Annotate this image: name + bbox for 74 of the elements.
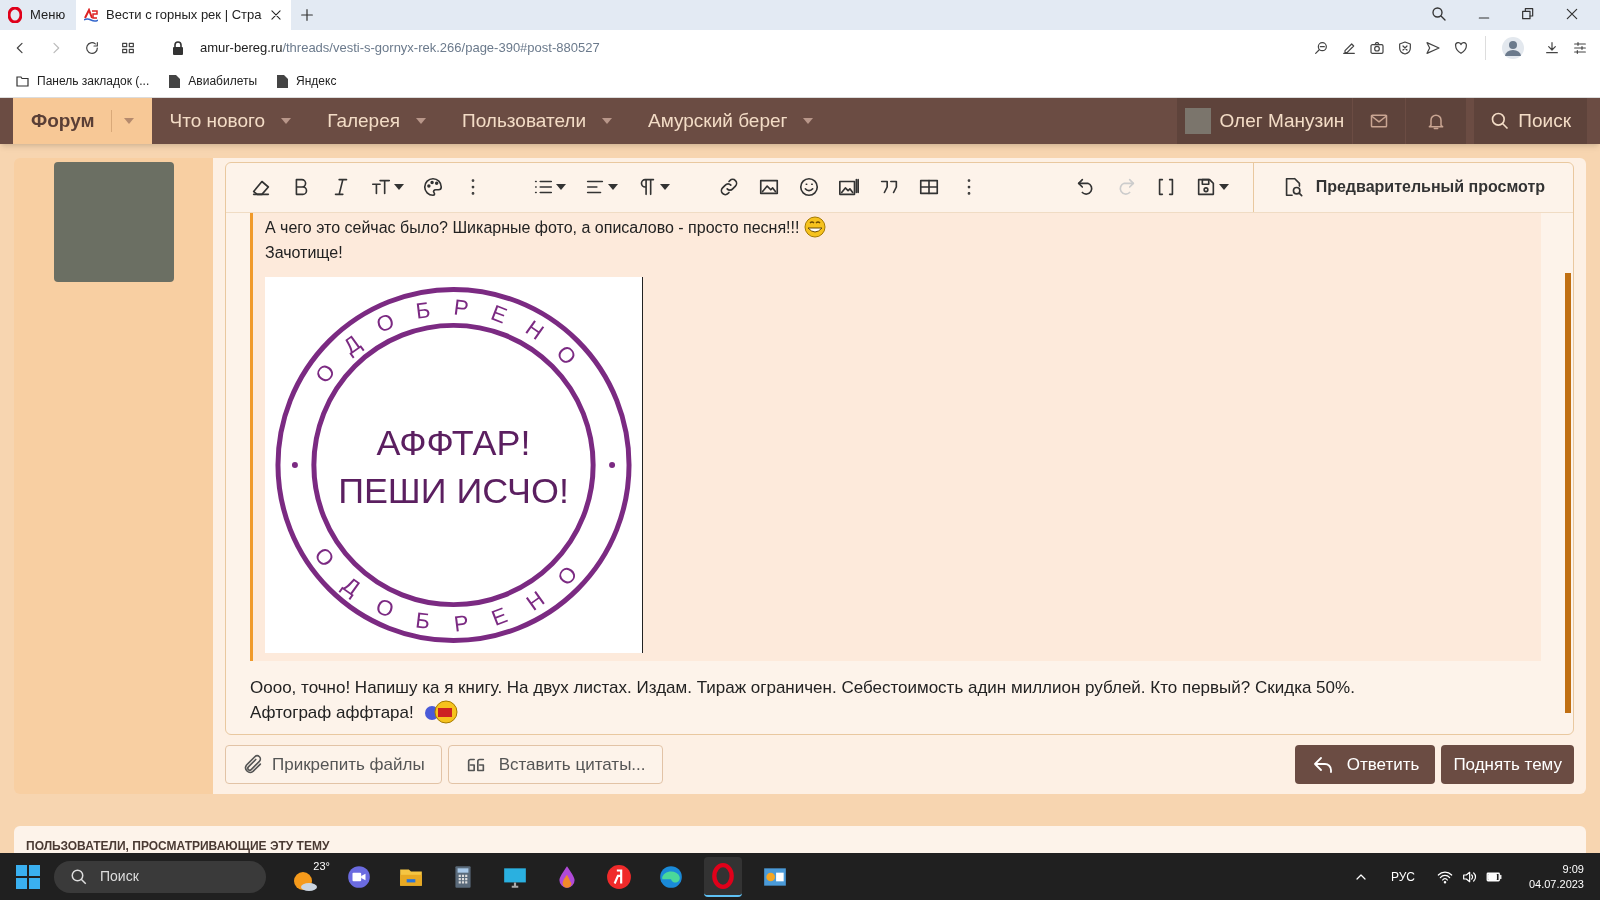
bookmark-link[interactable]: Авиабилеты [188, 72, 258, 91]
heart-icon[interactable] [1453, 39, 1469, 56]
download-icon[interactable] [1544, 39, 1560, 56]
page-icon [277, 74, 289, 88]
avatar-placeholder [1185, 108, 1212, 134]
video-call-icon [346, 863, 372, 890]
caret-icon [281, 118, 292, 124]
preview-button[interactable]: Предварительный просмотр [1252, 162, 1573, 212]
new-tab-icon[interactable] [299, 7, 316, 23]
nav-tab[interactable]: Форум [13, 98, 152, 144]
section-heading: ПОЛЬЗОВАТЕЛИ, ПРОСМАТРИВАЮЩИЕ ЭТУ ТЕМУ [26, 839, 330, 854]
page-icon [169, 74, 181, 88]
language-indicator[interactable]: РУС [1390, 867, 1415, 886]
wave-circle-icon [658, 863, 684, 890]
profile-icon[interactable] [1502, 36, 1524, 59]
shield-icon[interactable] [1397, 39, 1413, 56]
lock-icon [172, 40, 184, 55]
reload-icon[interactable] [84, 39, 100, 56]
address-field[interactable]: amur-bereg.ru/threads/vesti-s-gornyx-rek.266/page-390#post-880527 [200, 37, 600, 58]
caret-icon[interactable] [1218, 184, 1229, 191]
reply-button[interactable]: Ответить [1294, 745, 1436, 785]
ring-logo-icon [710, 862, 736, 889]
clock-time: 9:09 [1562, 861, 1584, 877]
bookmark-link[interactable]: Яндекс [296, 72, 337, 91]
restore-icon[interactable] [1520, 6, 1536, 22]
paperclip-icon[interactable] [242, 753, 264, 776]
nav-tab[interactable]: Галерея [309, 98, 445, 144]
search-icon[interactable] [1430, 5, 1448, 23]
taskbar-app-button[interactable] [704, 856, 742, 897]
start-icon[interactable] [16, 864, 40, 889]
mail-icon[interactable] [1369, 111, 1390, 131]
quote-text: Зачотище! [265, 242, 343, 263]
settings-icon[interactable] [1572, 39, 1588, 56]
quote-text: А чего это сейчас было? Шикарные фото, а описалово - просто песня!!! [265, 217, 800, 238]
nav-tab[interactable]: Амурский берег [630, 98, 832, 144]
temperature-text: 23° [313, 858, 330, 874]
sun-cloud-icon [292, 869, 318, 892]
send-icon[interactable] [1425, 39, 1441, 56]
caret-icon [110, 110, 134, 132]
nav-tab[interactable]: Что нового [151, 98, 310, 144]
folder-icon [16, 75, 29, 87]
message-text: Оооо, точно! Напишу ка я книгу. На двух листах. Издам. Тираж ограничен. Себестоимость адин миллион рублей. Кто первый? Скидка 50%. [250, 676, 1356, 699]
bookmark-link[interactable]: Панель закладок (... [37, 72, 150, 91]
insert-quotes-button[interactable]: Вставить цитаты... [447, 745, 663, 785]
clock-date: 04.07.2023 [1528, 876, 1584, 892]
site-favicon-icon [84, 8, 98, 22]
zoom-out-icon[interactable] [1313, 39, 1329, 56]
caret-icon [416, 118, 427, 124]
nav-tab[interactable]: Пользователи [444, 98, 631, 144]
caret-icon[interactable] [394, 184, 404, 191]
browser-logo-icon [8, 7, 22, 23]
caret-icon[interactable] [556, 184, 566, 191]
search-icon [1490, 111, 1511, 131]
browser-tab[interactable]: Меню [0, 0, 76, 30]
close-icon[interactable] [269, 8, 284, 22]
stamp-text: ПЕШИ ИСЧО! [338, 470, 569, 511]
bump-thread-button[interactable]: Поднять тему [1441, 745, 1574, 785]
caret-icon [602, 118, 613, 124]
close-icon[interactable] [1564, 6, 1580, 22]
search-icon [70, 867, 88, 886]
caret-icon[interactable] [608, 184, 618, 191]
attach-files-button[interactable]: Прикрепить файлы [225, 745, 442, 785]
y-circle-icon [606, 863, 632, 890]
caret-icon[interactable] [660, 184, 670, 191]
grin-emoji-icon [803, 216, 828, 239]
search-button[interactable]: Поиск [1474, 98, 1587, 144]
palette-icon[interactable] [422, 176, 444, 199]
smiley-icon[interactable] [798, 176, 820, 199]
browser-tab[interactable]: Вести с горных рек | Стра [76, 0, 292, 30]
taskbar-search[interactable]: Поиск [54, 860, 266, 893]
message-text: Афтограф аффтара! [250, 701, 414, 724]
caret-icon [803, 118, 814, 124]
stamp-text: АФФТАР! [376, 422, 531, 463]
camera-icon[interactable] [1369, 39, 1385, 56]
